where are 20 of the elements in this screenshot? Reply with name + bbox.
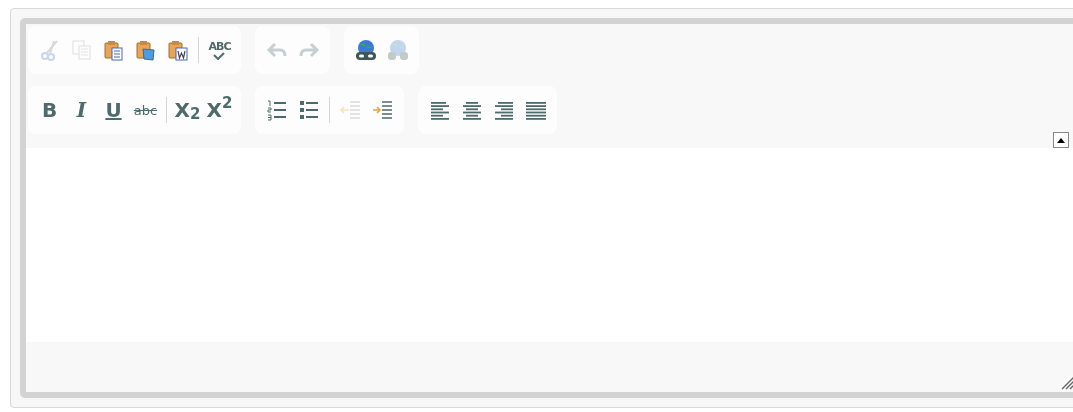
subscript-button[interactable]: X$_{2}$: [172, 95, 203, 125]
bold-button[interactable]: B: [34, 95, 65, 125]
collapse-toolbar-button[interactable]: [1053, 132, 1069, 148]
spellcheck-label: ABC: [208, 40, 231, 52]
italic-button[interactable]: I: [66, 95, 97, 125]
globe-chain-icon: [353, 38, 378, 62]
check-icon: [213, 51, 226, 60]
clipboard-icon: [101, 38, 126, 62]
indent-icon: [370, 98, 395, 122]
clipboard-icon: [133, 38, 158, 62]
strike-button[interactable]: abc: [130, 95, 161, 125]
triangle-icon: [1057, 137, 1065, 143]
superscript-button[interactable]: X$^{2}$: [204, 95, 235, 125]
spellcheck-button[interactable]: ABC: [204, 35, 235, 65]
resize-grip-icon[interactable]: [1061, 376, 1073, 390]
globe-chain-icon: [385, 38, 410, 62]
numbered-list-icon: [264, 98, 289, 122]
clipboard-icon: [165, 38, 190, 62]
outdent-icon: [338, 98, 363, 122]
underline-button[interactable]: U: [98, 95, 129, 125]
